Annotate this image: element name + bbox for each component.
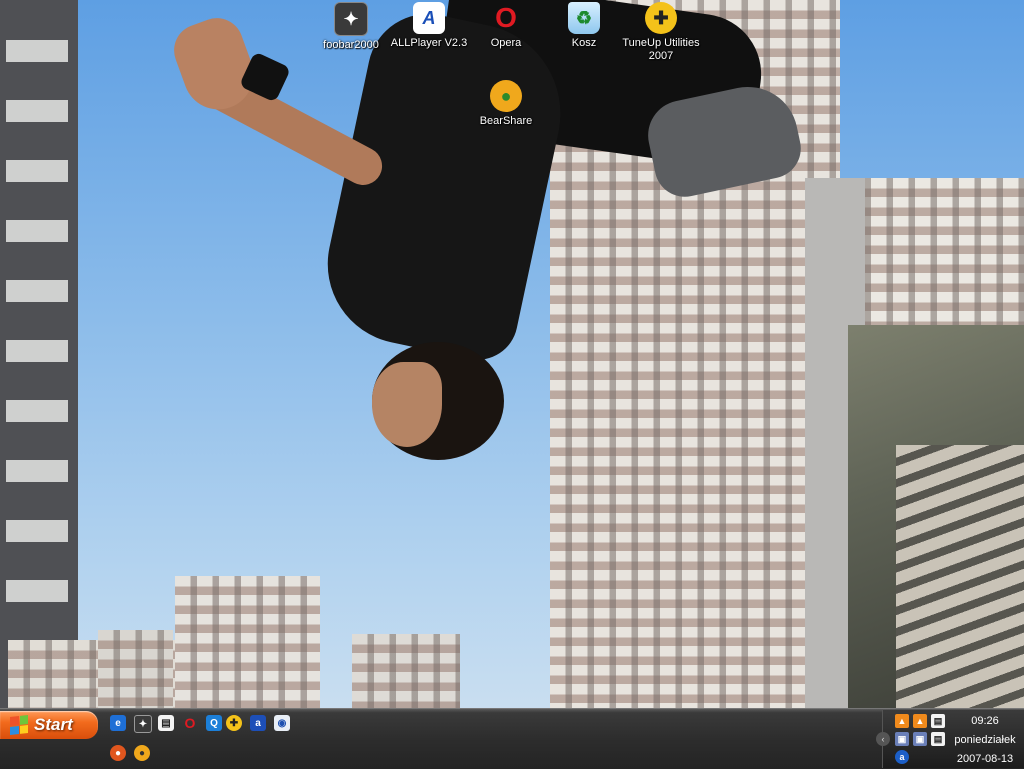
- desktop-icon-label: Kosz: [571, 37, 597, 49]
- wallpaper-left-building: [0, 0, 78, 708]
- bearshare-icon[interactable]: ●: [134, 745, 150, 761]
- desktop-icon-foobar2000[interactable]: ✦ foobar2000: [312, 2, 390, 52]
- document-icon[interactable]: ▤: [931, 732, 945, 746]
- tuneup-utilities-icon[interactable]: ✚: [226, 715, 242, 731]
- wallpaper-jumper-face: [372, 362, 442, 447]
- document-icon[interactable]: ▤: [931, 714, 945, 728]
- desktop-icon-kosz[interactable]: ♻ Kosz: [545, 2, 623, 50]
- bearshare-icon: ●: [490, 80, 522, 112]
- notepad-icon[interactable]: ▤: [158, 715, 174, 731]
- windows-logo-icon: [10, 715, 28, 735]
- desktop[interactable]: ✦ foobar2000 A ALLPlayer V2.3 O Opera ♻ …: [0, 0, 1024, 708]
- allplayer-icon[interactable]: a: [250, 715, 266, 731]
- update-icon[interactable]: a: [895, 750, 909, 764]
- desktop-icon-opera[interactable]: O Opera: [467, 2, 545, 50]
- wallpaper-low-building: [352, 634, 460, 708]
- taskbar: Start e ✦ ▤ O Q ✚ a ◉ ● ● ‹ ▲ ▲ ▤ ▣ ▣ ▤ …: [0, 708, 1024, 769]
- desktop-icon-label: TuneUp Utilities 2007: [622, 37, 700, 62]
- desktop-icon-allplayer[interactable]: A ALLPlayer V2.3: [390, 2, 468, 50]
- desktop-icon-tuneup-utilities[interactable]: ✚ TuneUp Utilities 2007: [622, 2, 700, 63]
- clock-time: 09:26: [971, 715, 999, 727]
- desktop-icon-label: BearShare: [479, 115, 533, 127]
- wallpaper-low-building: [98, 630, 173, 708]
- system-tray: ‹ ▲ ▲ ▤ ▣ ▣ ▤ a 09:26 poniedziałek 2007-…: [876, 710, 1024, 769]
- wallpaper-concrete-structure: [848, 325, 1024, 708]
- internet-explorer-icon[interactable]: e: [110, 715, 126, 731]
- desktop-icon-label: ALLPlayer V2.3: [390, 37, 468, 49]
- network-icon[interactable]: ▣: [913, 732, 927, 746]
- opera-icon: O: [495, 2, 517, 33]
- clock[interactable]: 09:26 poniedziałek 2007-08-13: [945, 712, 1024, 769]
- vlc-icon[interactable]: ▲: [913, 714, 927, 728]
- recycle-bin-icon: ♻: [568, 2, 600, 34]
- clock-date: 2007-08-13: [956, 753, 1014, 765]
- desktop-icon-label: foobar2000: [323, 39, 379, 51]
- chevron-left-icon[interactable]: ‹: [876, 732, 890, 746]
- start-label: Start: [34, 715, 73, 734]
- wallpaper-low-building: [175, 576, 320, 708]
- allplayer-icon: A: [413, 2, 445, 34]
- tuneup-utilities-icon: ✚: [645, 2, 677, 34]
- firefox-icon[interactable]: ●: [110, 745, 126, 761]
- vlc-icon[interactable]: ▲: [895, 714, 909, 728]
- start-button[interactable]: Start: [0, 711, 98, 739]
- desktop-icon-bearshare[interactable]: ● BearShare: [467, 80, 545, 128]
- desktop-icon-label: Opera: [490, 37, 522, 49]
- search-icon[interactable]: Q: [206, 715, 222, 731]
- network-icon[interactable]: ▣: [895, 732, 909, 746]
- foobar2000-icon: ✦: [334, 2, 368, 36]
- foobar2000-icon[interactable]: ✦: [134, 715, 152, 733]
- wallpaper-jumper-body: [312, 2, 578, 368]
- network-icon[interactable]: ◉: [274, 715, 290, 731]
- clock-day: poniedziałek: [954, 734, 1016, 746]
- opera-icon[interactable]: O: [182, 715, 198, 731]
